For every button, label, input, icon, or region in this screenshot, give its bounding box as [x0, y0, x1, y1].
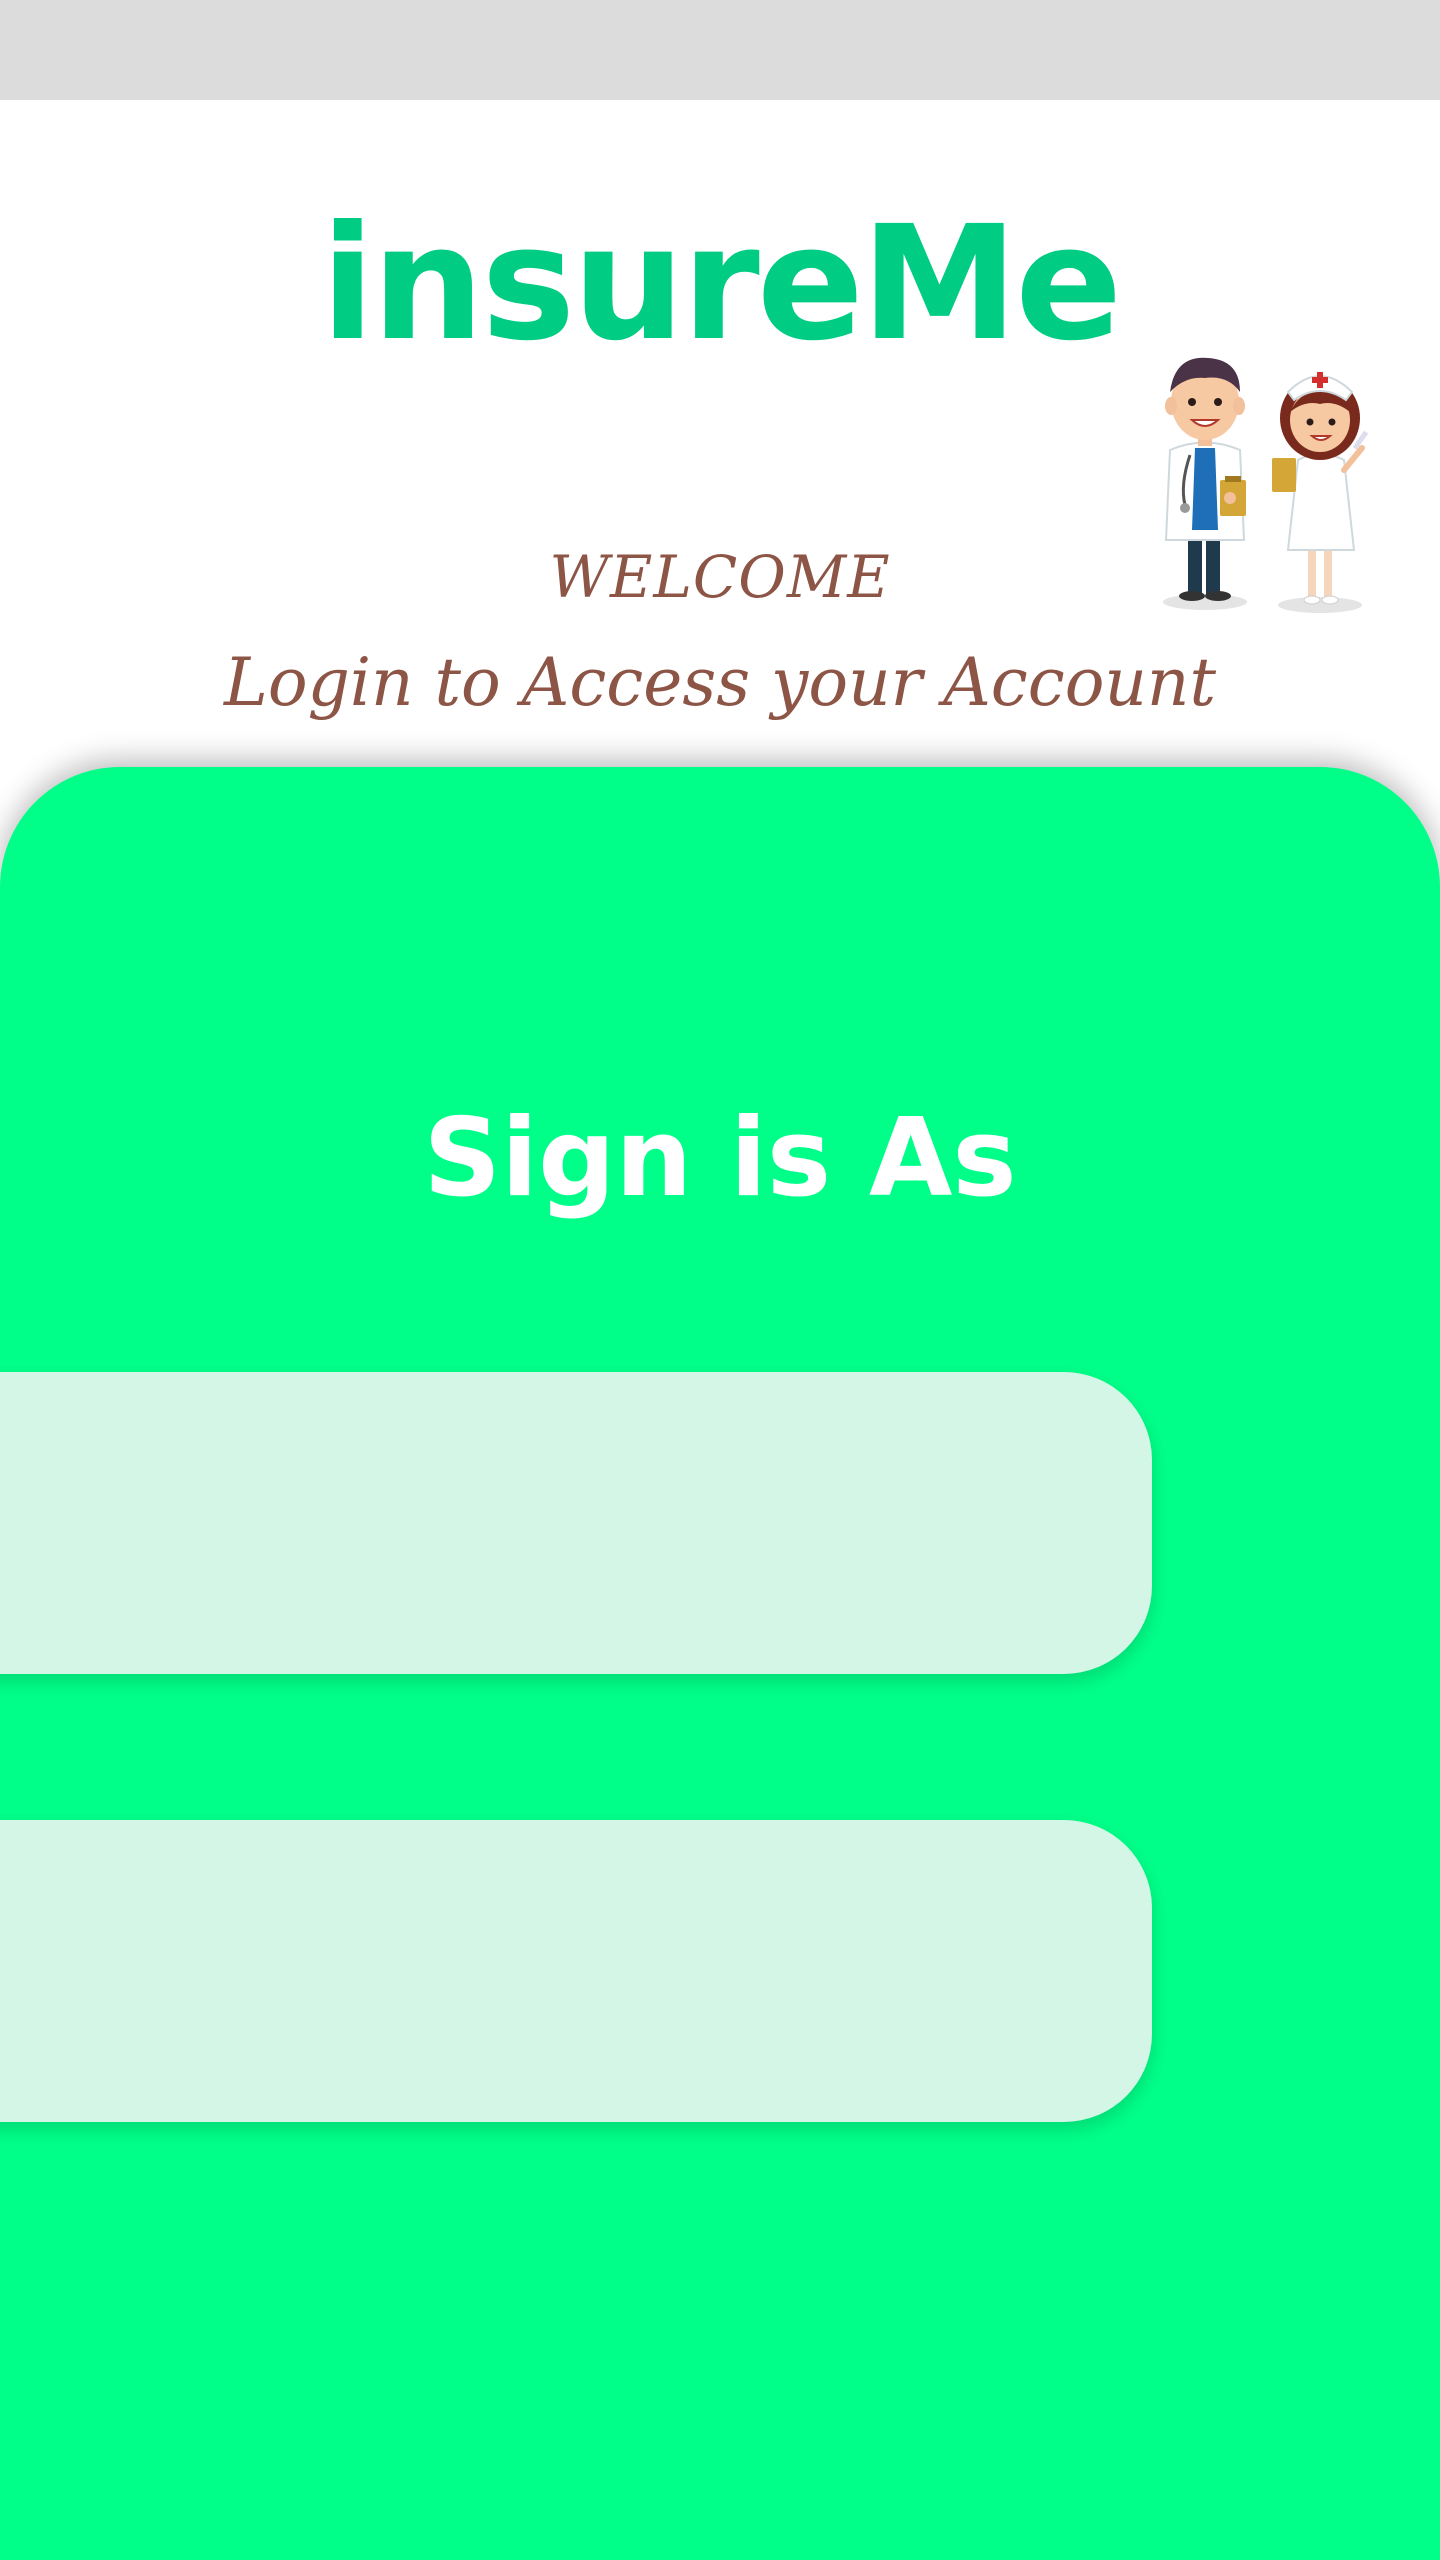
welcome-heading: WELCOME: [549, 543, 891, 611]
sign-in-option-button-2[interactable]: [0, 1820, 1152, 2122]
login-subtitle: Login to Access your Account: [224, 644, 1216, 721]
status-bar: [0, 0, 1440, 100]
sign-in-title: Sign is As: [423, 1096, 1017, 1221]
sign-in-option-button-1[interactable]: [0, 1372, 1152, 1674]
login-screen: insureMe WELCOME Login to Access your Ac…: [0, 0, 1440, 2560]
